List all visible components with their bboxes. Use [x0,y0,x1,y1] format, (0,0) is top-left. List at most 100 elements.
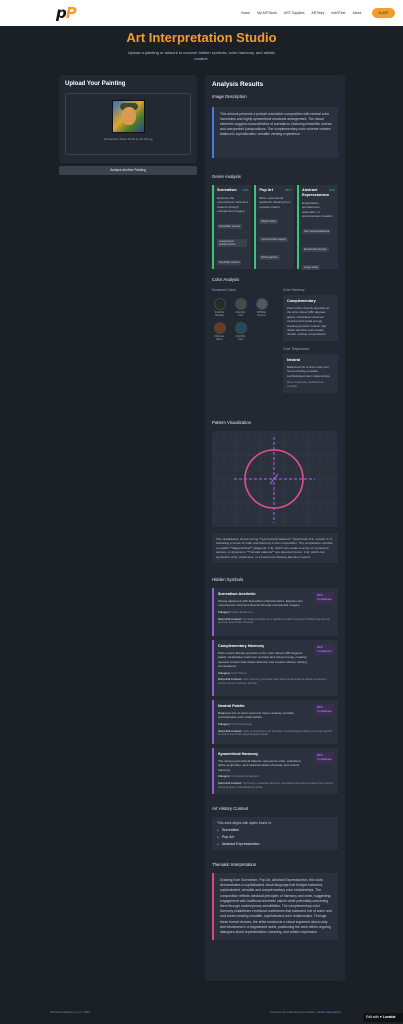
logo-letter-1: p [56,4,67,22]
genre-tag: Symbolic content [217,259,242,265]
symbol-category: Category: Color Theory [218,671,247,675]
genre-card: Abstract Expressionism 33% Emphasizes spo… [296,185,338,270]
hero: Art Interpretation Studio Upload a paint… [0,26,403,62]
color-harmony-label: Color Harmony [283,288,305,292]
thematic-interpretation-text: Drawing from Surrealism, Pop Art, Abstra… [212,873,338,941]
dominant-colors: Dominant Colors #1e2f2a Shadow #3e4f4a C… [212,288,274,412]
color-harmony-title: Complementary [287,299,316,303]
art-history-item: Surrealism [217,828,333,832]
color-swatch: #1d4f5a Cool [233,321,248,342]
genre-tag: Large scale [301,264,320,270]
color-swatch: #1e2f2a Shadow [212,298,227,318]
footer-link[interactable]: About Association [317,1010,341,1014]
symbol-desc: Pairs colors directly opposite on the co… [218,651,307,669]
edit-with-lovable-badge[interactable]: Edit with ♥ Lovable [363,1013,403,1022]
symbol-card: Complementary Harmony 90% Confidence Pai… [212,640,338,697]
art-history-item: Abstract Expressionism [217,842,333,846]
art-history-heading: Art History Context [212,806,249,812]
confidence-badge: 90% Confidence [314,592,334,604]
logo-letter-2: P [65,4,77,22]
color-harmony-desc: Pairs colors directly opposite on the co… [287,306,330,337]
genre-name: Pop Art [259,188,274,192]
nav-link-martket[interactable]: mARTket [331,11,345,15]
confidence-badge: 80% Confidence [314,752,334,764]
confidence-badge: 90% Confidence [314,644,334,656]
upload-dropzone[interactable]: Screenshot 2024-10-30 at 15.18.png [65,93,191,155]
symbol-context: Historical Context: Symmetry in artworks… [218,782,334,789]
genre-tag: Dreamlike scenes [217,223,243,229]
symbol-desc: Strong alignment with Surrealism charact… [218,599,303,608]
color-swatches: #1e2f2a Shadow #3e4f4a Cool #4f5a5e Neut… [212,298,274,342]
upload-card: Upload Your Painting Screenshot 2024-10-… [59,75,197,163]
dominant-colors-label: Dominant Colors [212,288,236,292]
nav-link-my-artwork[interactable]: My ARTWork [257,11,277,15]
symbol-category: Category: Compositional Element [218,775,259,779]
page-subtitle: Upload a painting or artwork to uncover … [127,50,276,61]
color-swatch: #4f5a5e Neutral [254,298,269,318]
genre-desc: Explores the unconscious mind and dreams… [217,196,248,214]
uploaded-filename: Screenshot 2024-10-30 at 15.18.png [103,137,153,141]
genre-percent: 35% [284,188,291,192]
genre-tag: Bold graphics [259,255,280,261]
uploaded-painting-thumbnail [111,100,145,133]
genre-name: Surrealism [217,188,237,192]
art-history-list: Surrealism Pop Art Abstract Expressionis… [217,828,333,846]
harmony-column: Color Harmony Complementary Pairs colors… [283,288,338,412]
nav-link-home[interactable]: Home [241,11,250,15]
genre-percent: 44% [242,188,249,192]
ai-art-button[interactable]: AI ART [372,8,395,18]
site-logo[interactable]: pP [56,4,77,22]
genre-tag: Unexpected juxtapositions [217,238,248,247]
page-title: Art Interpretation Studio [126,30,277,45]
thematic-interpretation-heading: Thematic Interpretation [212,862,257,868]
genre-desc: Bold, commercial aesthetic drawing from … [259,196,291,209]
hidden-symbols-heading: Hidden Symbols [212,577,244,583]
genre-card: Pop Art 35% Bold, commercial aesthetic dr… [254,185,294,269]
pattern-visualization-heading: Pattern Visualization [212,420,252,425]
nav-links: Home My ARTWork ART Supplies ARTistry mA… [241,8,395,18]
genre-tag: Commercial imagery [259,237,289,243]
color-temperature-title: Neutral [287,357,301,362]
symbol-category: Category: Artistic Movement [218,610,253,614]
nav-link-about[interactable]: About [352,11,361,15]
genre-tag: Non-representational [301,228,332,234]
nav-link-artistry[interactable]: ARTistry [312,11,325,15]
genre-analysis-heading: Genre Analysis [212,174,241,179]
color-swatch: #6a3a1e Warm [212,321,227,342]
analysis-title: Analysis Results [212,81,264,88]
genre-card: Surrealism 44% Explores the unconscious m… [212,185,252,269]
upload-title: Upload Your Painting [65,81,126,87]
color-temperature-label: Color Temperature [283,346,310,351]
color-swatch: #3e4f4a Cool [233,298,248,318]
footer-license: Licensed for educational purposes. About… [270,1010,342,1014]
genre-cards: Surrealism 44% Explores the unconscious m… [212,185,338,270]
genre-tag: Bright colors [259,219,279,225]
color-analysis-heading: Color Analysis [212,277,240,282]
symbol-context: Historical Context: Color temperature in… [218,729,333,737]
symbol-card: Surrealism Aesthetic 90% Confidence Stro… [212,588,338,637]
confidence-badge: 80% Confidence [314,704,334,716]
nav-link-art-supplies[interactable]: ART Supplies [284,11,305,15]
genre-tag: Emotional intensity [301,246,329,252]
art-history-box: This work aligns with styles found in: S… [212,817,338,851]
symbol-category: Category: Color Psychology [218,722,253,726]
symbol-card: Neutral Palette 80% Confidence Balanced … [212,700,338,745]
analyze-another-button[interactable]: Analyze Another Painting [59,166,197,175]
image-description-text: This artwork presents a portrait orienta… [212,107,338,158]
lovable-heart-icon: ♥ [379,1015,382,1019]
symbol-context: Historical Context: Surrealist principle… [218,617,330,625]
image-description-heading: Image Description [212,94,247,99]
analysis-results-card: Analysis Results Image Description This … [205,75,345,981]
top-navbar: pP Home My ARTWork ART Supplies ARTistry… [0,0,403,26]
color-harmony-box: Complementary Pairs colors directly oppo… [283,295,338,341]
art-history-item: Pop Art [217,835,333,839]
color-analysis: Dominant Colors #1e2f2a Shadow #3e4f4a C… [212,288,338,412]
genre-name: Abstract Expressionism [301,188,329,197]
color-temperature-box: Neutral Balanced mix of warm and cool to… [283,353,338,393]
pattern-visualization [212,431,337,527]
pattern-caption: The visualization shows strong **symmetr… [212,533,338,564]
hidden-symbols-list: Surrealism Aesthetic 90% Confidence Stro… [212,588,338,795]
art-history-lead: This work aligns with styles found in: [217,821,272,826]
color-temperature-note: Mood: balanced, sophisticated, versatile [287,381,325,388]
footer-copyright: PicturePerfekting.com © 2025 [50,1010,90,1014]
